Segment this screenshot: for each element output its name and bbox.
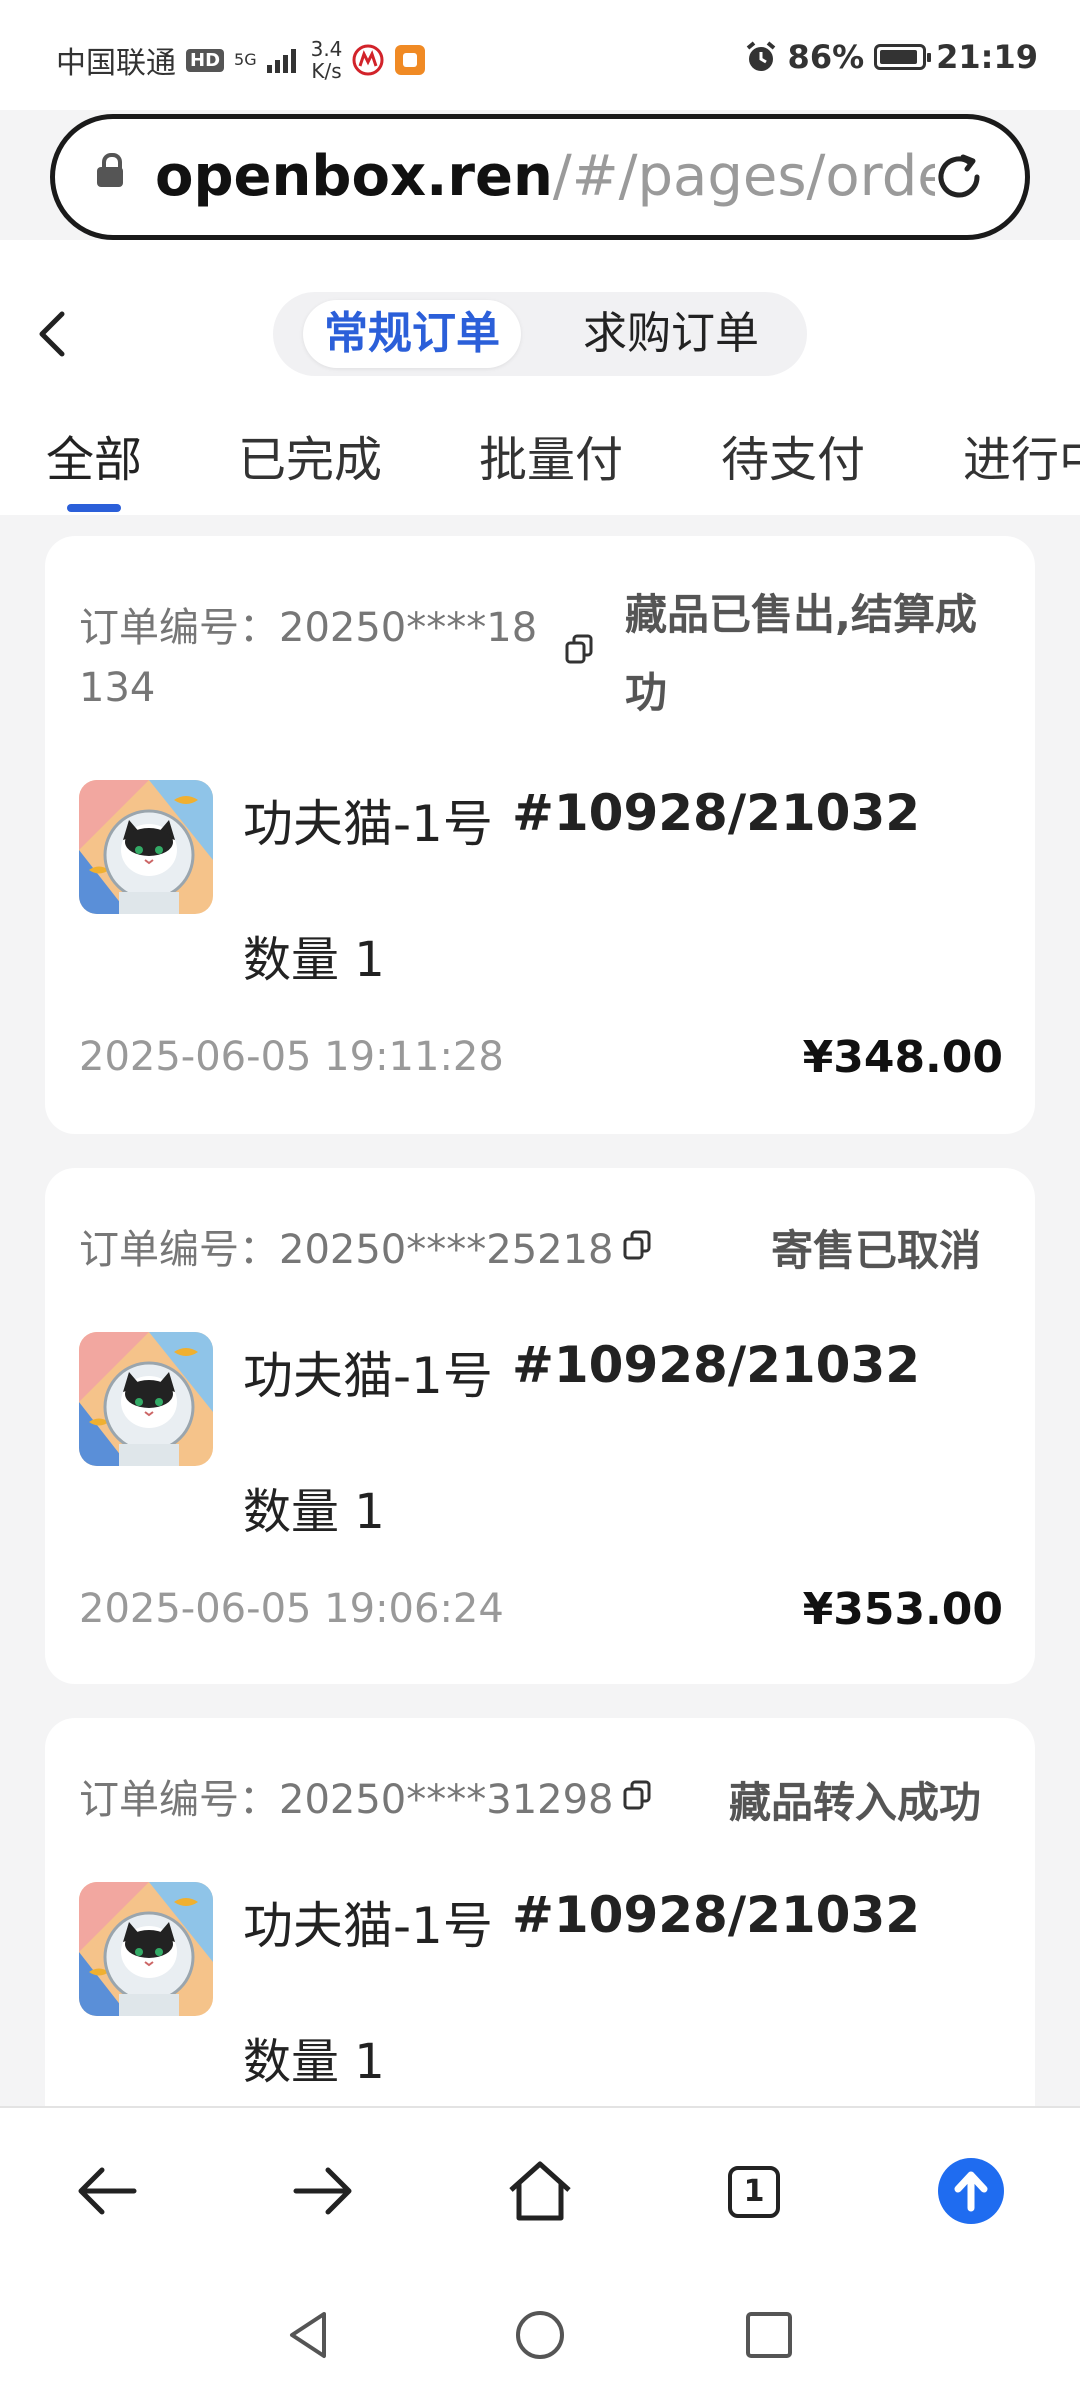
product-serial: #10928/21032 [512,784,921,842]
cat-astronaut-image [79,780,213,914]
copy-icon[interactable] [565,634,593,664]
product-thumbnail [79,780,213,914]
order-number-value: 20250****18 [279,605,538,651]
status-bar: 中国联通 HD 5G 3.4 K/s 86% 21:19 [0,0,1080,110]
url-path: /#/pages/orde [552,144,935,209]
browser-toolbar: 1 [0,2106,1080,2276]
order-card[interactable]: 订单编号：20250****18 134 藏品已售出,结算成 功 功夫猫-1号 … [45,536,1035,1134]
order-card[interactable]: 订单编号：20250****25218 寄售已取消 功夫猫-1号 #10928/… [45,1168,1035,1684]
product-name: 功夫猫-1号 [243,1897,493,1955]
order-number-value: 20250****25218 [279,1227,614,1273]
order-header: 常规订单 求购订单 全部 已完成 批量付 待支付 进行中 [0,240,1080,515]
net-speed-value: 3.4 [310,37,343,61]
cat-astronaut-image [79,1882,213,2016]
product-quantity: 数量 1 [243,932,385,988]
order-type-switch: 常规订单 求购订单 [273,292,807,376]
tab-in-progress[interactable]: 进行中 [963,420,1080,500]
status-right: 86% 21:19 [744,38,1038,76]
hd-badge: HD [186,48,225,72]
net-speed: 3.4 K/s [311,38,343,82]
status-left: 中国联通 HD 5G 3.4 K/s [56,38,426,82]
reload-icon[interactable] [933,151,985,203]
order-number: 订单编号：20250****31298 [79,1770,614,1830]
nav-back-icon[interactable] [282,2308,336,2362]
order-number-label: 订单编号： [79,605,279,651]
home-icon[interactable] [505,2156,575,2226]
clock: 21:19 [936,38,1038,76]
order-price: ¥353.00 [802,1584,1003,1635]
net-speed-unit: K/s [311,59,342,83]
order-number-value-cont: 134 [79,665,156,711]
copy-icon[interactable] [623,1780,651,1810]
tab-batch-pay[interactable]: 批量付 [479,420,623,500]
address-bar[interactable]: openbox.ren/#/pages/orde [50,114,1030,240]
order-time: 2025-06-05 19:11:28 [79,1034,504,1080]
app-notification-icon-2 [395,45,426,75]
tab-completed[interactable]: 已完成 [238,420,382,500]
cat-astronaut-image [79,1332,213,1466]
tab-all[interactable]: 全部 [46,420,142,500]
segment-purchase-orders[interactable]: 求购订单 [551,300,791,368]
product-thumbnail [79,1332,213,1466]
order-status: 藏品已售出,结算成 功 [625,576,977,732]
copy-icon[interactable] [623,1230,651,1260]
battery-percent: 86% [787,38,865,76]
order-price: ¥348.00 [802,1032,1003,1083]
forward-arrow-icon[interactable] [288,2156,358,2226]
order-time: 2025-06-05 19:06:24 [79,1586,504,1632]
order-status: 寄售已取消 [770,1226,981,1275]
nav-home-icon[interactable] [513,2308,567,2362]
order-status-line1: 藏品已售出,结算成 [625,590,977,639]
product-serial: #10928/21032 [512,1886,921,1944]
order-number-label: 订单编号： [79,1777,279,1823]
active-tab-indicator [67,504,121,512]
url-text[interactable]: openbox.ren/#/pages/orde [155,141,935,213]
order-status-line2: 功 [625,668,668,717]
upload-icon[interactable] [938,2158,1004,2224]
product-name: 功夫猫-1号 [243,795,493,853]
order-card[interactable]: 订单编号：20250****31298 藏品转入成功 功夫猫-1号 #10928… [45,1718,1035,2138]
order-number: 订单编号：20250****18 134 [79,598,537,718]
signal-icon [266,49,296,73]
segment-regular-orders[interactable]: 常规订单 [303,300,521,368]
product-serial: #10928/21032 [512,1336,921,1394]
nav-recents-icon[interactable] [742,2308,796,2362]
tab-pending-payment[interactable]: 待支付 [721,420,865,500]
product-quantity: 数量 1 [243,2034,385,2090]
url-host: openbox.ren [155,144,553,209]
back-icon[interactable] [28,304,76,364]
product-quantity: 数量 1 [243,1484,385,1540]
back-arrow-icon[interactable] [72,2156,142,2226]
lock-icon [97,153,123,187]
system-nav-bar [0,2274,1080,2388]
status-tabs: 全部 已完成 批量付 待支付 进行中 [0,420,1080,515]
network-label: 5G [234,50,257,69]
tabs-icon[interactable]: 1 [728,2166,780,2218]
order-number-label: 订单编号： [79,1227,279,1273]
battery-icon [874,44,932,70]
app-notification-icon [352,44,384,76]
order-number-value: 20250****31298 [279,1777,614,1823]
product-name: 功夫猫-1号 [243,1347,493,1405]
alarm-icon [746,41,775,71]
product-thumbnail [79,1882,213,2016]
order-number: 订单编号：20250****25218 [79,1220,614,1280]
order-status: 藏品转入成功 [728,1778,981,1827]
carrier-label: 中国联通 [56,46,176,81]
